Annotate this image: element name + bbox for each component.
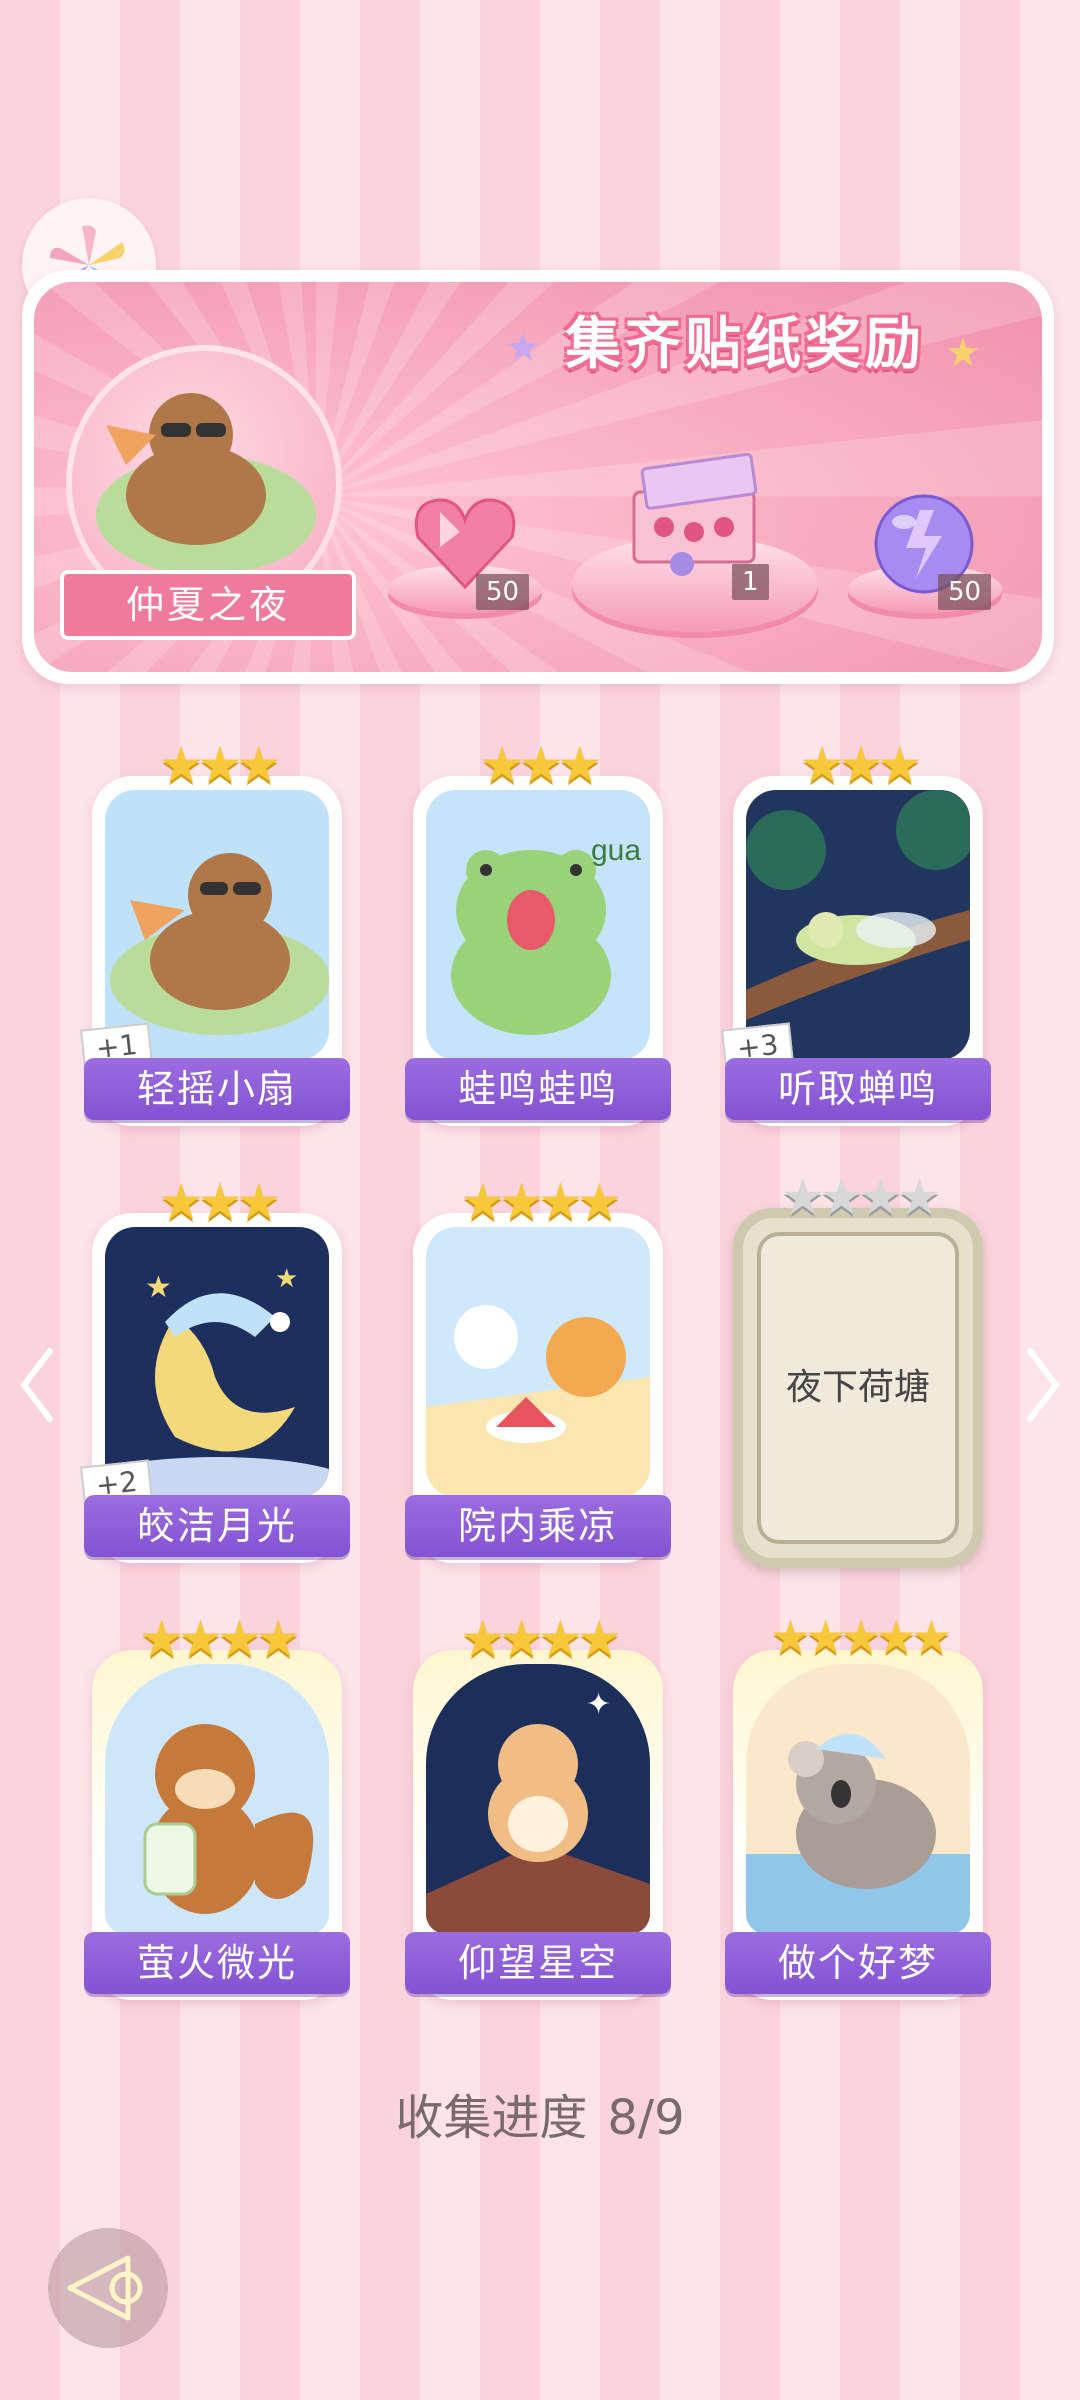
frog-icon: gua bbox=[451, 834, 641, 1035]
sticker-name: 皎洁月光 bbox=[84, 1495, 350, 1557]
chevron-right-icon bbox=[1027, 1348, 1060, 1422]
hero-name-ribbon: 仲夏之夜 bbox=[60, 570, 356, 640]
star-rating: ★★★★ bbox=[139, 1610, 300, 1668]
next-page-button[interactable] bbox=[1024, 1345, 1064, 1425]
star-rating: ★★★★★ bbox=[769, 1610, 952, 1664]
star-decoration-icon: ★ bbox=[505, 325, 541, 371]
svg-text:✦: ✦ bbox=[586, 1687, 611, 1722]
moon-icon: ★ ★ bbox=[105, 1264, 329, 1497]
star-rating: ★★★★ bbox=[460, 1610, 621, 1668]
star-decoration-icon: ★ bbox=[945, 330, 981, 376]
banner-title: 集齐贴纸奖励 bbox=[565, 312, 925, 377]
sticker-card[interactable]: ★★★ ★ ★ +2 皎洁月光 bbox=[80, 1173, 350, 1563]
sticker-card[interactable]: ★★★★★ 做个好梦 bbox=[725, 1610, 991, 2000]
sticker-name: 做个好梦 bbox=[725, 1932, 991, 1994]
progress-value: 8/9 bbox=[607, 2090, 685, 2146]
locked-sticker-card[interactable]: ★★★★ 夜下荷塘 bbox=[733, 1168, 983, 1568]
star-rating: ★★★★ bbox=[780, 1168, 941, 1226]
sticker-art bbox=[105, 1664, 329, 1934]
capybara-fan-icon bbox=[110, 853, 329, 1035]
locked-sticker-name: 夜下荷塘 bbox=[785, 1367, 930, 1408]
sticker-art: ★ ★ bbox=[105, 1227, 329, 1497]
star-rating: ★★★ bbox=[799, 736, 922, 794]
sticker-card[interactable]: ★★★ +3 听取蝉鸣 bbox=[721, 736, 991, 1126]
reward-count: 50 bbox=[938, 574, 992, 610]
sticker-name: 仰望星空 bbox=[405, 1932, 671, 1994]
sticker-card[interactable]: ★★★★ 萤火微光 bbox=[84, 1610, 350, 2000]
cicada-icon bbox=[746, 790, 970, 1020]
sticker-art bbox=[746, 1664, 970, 1934]
sticker-name: 轻摇小扇 bbox=[84, 1058, 350, 1120]
hamster-stargazing-icon: ✦ bbox=[426, 1687, 650, 1934]
collection-progress: 收集进度 8/9 bbox=[0, 2078, 1080, 2148]
sticker-name: 听取蝉鸣 bbox=[725, 1058, 991, 1120]
cats-picnic-icon bbox=[426, 1305, 650, 1497]
chevron-left-icon bbox=[20, 1348, 53, 1422]
sticker-art: ✦ bbox=[426, 1664, 650, 1934]
svg-text:★: ★ bbox=[145, 1270, 172, 1305]
progress-label: 收集进度 bbox=[395, 2090, 588, 2146]
sticker-art bbox=[105, 790, 329, 1060]
svg-text:gua: gua bbox=[591, 834, 641, 867]
sticker-art: gua bbox=[426, 790, 650, 1060]
sticker-art bbox=[426, 1227, 650, 1497]
star-rating: ★★★ bbox=[479, 736, 602, 794]
prev-page-button[interactable] bbox=[16, 1345, 56, 1425]
squirrel-icon bbox=[143, 1724, 314, 1914]
back-arrow-icon bbox=[67, 2255, 143, 2321]
sticker-card[interactable]: ★★★ +1 轻摇小扇 bbox=[80, 736, 350, 1126]
sticker-name: 萤火微光 bbox=[84, 1932, 350, 1994]
sticker-card[interactable]: ★★★★ ✦ 仰望星空 bbox=[405, 1610, 671, 2000]
reward-count: 1 bbox=[732, 564, 769, 600]
star-rating: ★★★ bbox=[158, 736, 281, 794]
back-button[interactable] bbox=[48, 2228, 168, 2348]
star-rating: ★★★ bbox=[158, 1173, 281, 1231]
svg-text:★: ★ bbox=[275, 1264, 298, 1294]
koala-sleeping-icon bbox=[746, 1733, 970, 1934]
sticker-name: 蛙鸣蛙鸣 bbox=[405, 1058, 671, 1120]
sticker-card[interactable]: ★★★★ 院内乘凉 bbox=[405, 1173, 671, 1563]
reward-count: 50 bbox=[476, 574, 530, 610]
star-rating: ★★★★ bbox=[460, 1173, 621, 1231]
hero-name: 仲夏之夜 bbox=[125, 583, 290, 627]
sticker-name: 院内乘凉 bbox=[405, 1495, 671, 1557]
sticker-card[interactable]: ★★★ gua 蛙鸣蛙鸣 bbox=[405, 736, 671, 1126]
sticker-art bbox=[746, 790, 970, 1060]
